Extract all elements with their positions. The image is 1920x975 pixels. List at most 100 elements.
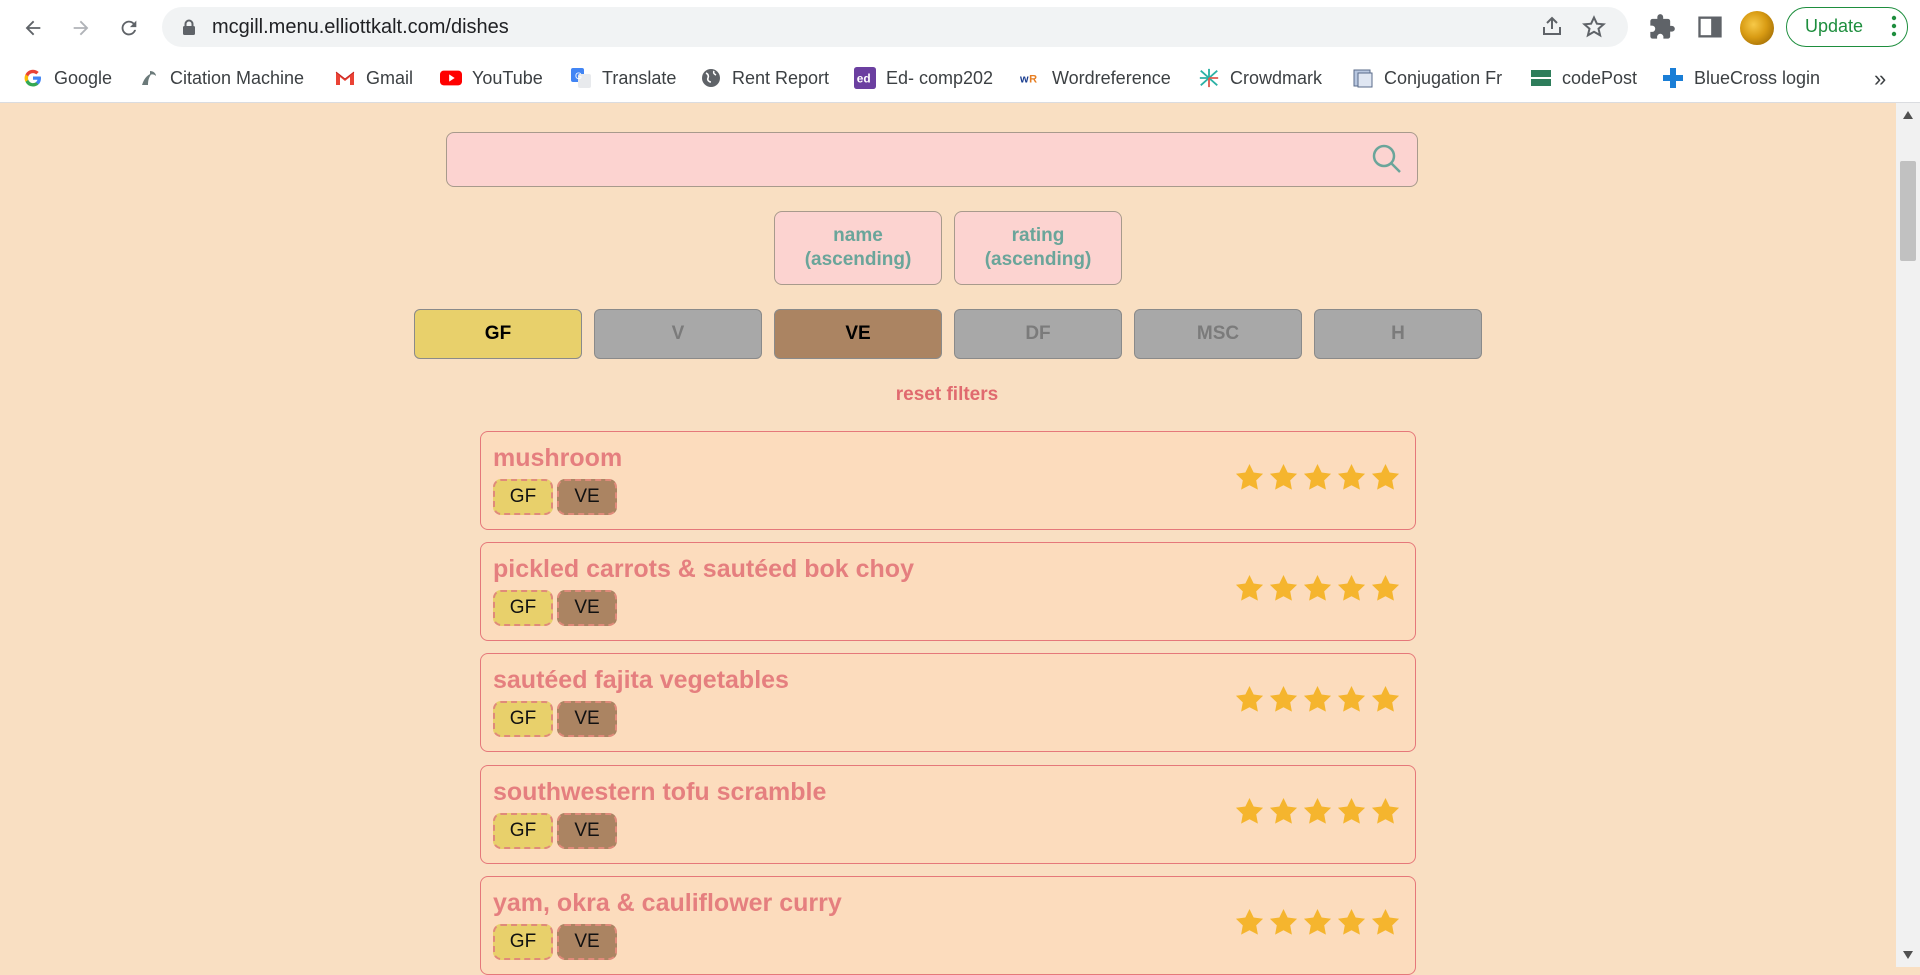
dish-name: pickled carrots & sautéed bok choy bbox=[493, 555, 914, 583]
bookmark-ed-comp202[interactable]: ed Ed- comp202 bbox=[854, 64, 993, 92]
star-icon[interactable] bbox=[1302, 796, 1333, 827]
star-icon[interactable] bbox=[1336, 796, 1367, 827]
bookmark-conjugation[interactable]: Conjugation Fr bbox=[1352, 64, 1502, 92]
sort-rating-button[interactable]: rating (ascending) bbox=[954, 211, 1122, 285]
back-button[interactable] bbox=[16, 11, 50, 45]
citation-machine-icon bbox=[138, 67, 160, 89]
bookmark-crowdmark[interactable]: Crowdmark bbox=[1198, 64, 1322, 92]
reset-filters-link[interactable]: reset filters bbox=[847, 384, 1047, 406]
scroll-down-arrow-icon[interactable] bbox=[1903, 951, 1913, 959]
more-vert-icon bbox=[1891, 15, 1897, 37]
search-input[interactable] bbox=[447, 133, 1365, 188]
bluecross-icon bbox=[1662, 67, 1684, 89]
star-rating[interactable] bbox=[1234, 907, 1401, 938]
scroll-up-arrow-icon[interactable] bbox=[1903, 111, 1913, 119]
star-rating[interactable] bbox=[1234, 462, 1401, 493]
svg-text:ed: ed bbox=[857, 72, 871, 86]
bookmark-bluecross[interactable]: BlueCross login bbox=[1662, 64, 1820, 92]
profile-avatar[interactable] bbox=[1740, 11, 1774, 45]
share-icon[interactable] bbox=[1540, 15, 1564, 39]
dish-card[interactable]: sautéed fajita vegetables GF VE bbox=[480, 653, 1416, 752]
star-icon[interactable] bbox=[1370, 796, 1401, 827]
star-icon[interactable] bbox=[1234, 684, 1265, 715]
star-rating[interactable] bbox=[1234, 573, 1401, 604]
bookmark-youtube[interactable]: YouTube bbox=[440, 64, 543, 92]
dish-card[interactable]: mushroom GF VE bbox=[480, 431, 1416, 530]
address-bar[interactable]: mcgill.menu.elliottkalt.com/dishes bbox=[162, 7, 1628, 47]
star-icon[interactable] bbox=[1268, 573, 1299, 604]
dish-card[interactable]: southwestern tofu scramble GF VE bbox=[480, 765, 1416, 864]
star-icon[interactable] bbox=[1302, 907, 1333, 938]
bookmark-label: Citation Machine bbox=[170, 67, 305, 88]
extensions-puzzle-icon[interactable] bbox=[1648, 13, 1676, 41]
forward-button[interactable] bbox=[64, 11, 98, 45]
star-icon[interactable] bbox=[1336, 684, 1367, 715]
youtube-icon bbox=[440, 67, 462, 89]
star-icon[interactable] bbox=[1302, 684, 1333, 715]
forward-arrow-icon bbox=[73, 20, 89, 36]
bookmark-gmail[interactable]: Gmail bbox=[334, 64, 413, 92]
sort-name-line2: (ascending) bbox=[804, 249, 912, 270]
star-icon[interactable] bbox=[1370, 462, 1401, 493]
star-icon[interactable] bbox=[1336, 462, 1367, 493]
filter-ve-button[interactable]: VE bbox=[774, 309, 942, 359]
filter-v-button[interactable]: V bbox=[594, 309, 762, 359]
reload-icon bbox=[121, 20, 137, 36]
wordreference-icon: wR bbox=[1020, 67, 1042, 89]
dish-tag-gf: GF bbox=[493, 479, 553, 515]
star-icon[interactable] bbox=[1370, 684, 1401, 715]
bookmark-citation-machine[interactable]: Citation Machine bbox=[138, 64, 304, 92]
bookmark-label: Translate bbox=[602, 67, 677, 88]
bookmarks-overflow-button[interactable]: » bbox=[1874, 66, 1886, 92]
bookmark-label: codePost bbox=[1562, 67, 1638, 88]
star-icon[interactable] bbox=[1336, 573, 1367, 604]
side-panel-icon[interactable] bbox=[1696, 13, 1724, 41]
translate-icon: G bbox=[570, 67, 592, 89]
dish-tag-ve: VE bbox=[557, 701, 617, 737]
reload-button[interactable] bbox=[112, 11, 146, 45]
filter-df-button[interactable]: DF bbox=[954, 309, 1122, 359]
star-icon[interactable] bbox=[1234, 462, 1265, 493]
filter-h-button[interactable]: H bbox=[1314, 309, 1482, 359]
bookmark-wordreference[interactable]: wR Wordreference bbox=[1020, 64, 1171, 92]
bookmark-rent-report[interactable]: Rent Report bbox=[700, 64, 829, 92]
star-icon[interactable] bbox=[1234, 573, 1265, 604]
filter-msc-button[interactable]: MSC bbox=[1134, 309, 1302, 359]
page-scrollbar[interactable] bbox=[1896, 103, 1920, 967]
dish-tag-gf: GF bbox=[493, 701, 553, 737]
svg-text:G: G bbox=[575, 71, 582, 81]
star-icon[interactable] bbox=[1234, 907, 1265, 938]
bookmark-star-icon[interactable] bbox=[1582, 15, 1606, 39]
dish-name: mushroom bbox=[493, 444, 623, 472]
browser-toolbar: mcgill.menu.elliottkalt.com/dishes Updat… bbox=[0, 0, 1920, 54]
bookmark-codepost[interactable]: codePost bbox=[1530, 64, 1637, 92]
dish-tag-ve: VE bbox=[557, 924, 617, 960]
star-rating[interactable] bbox=[1234, 796, 1401, 827]
star-icon[interactable] bbox=[1268, 907, 1299, 938]
star-icon[interactable] bbox=[1268, 684, 1299, 715]
star-icon[interactable] bbox=[1302, 462, 1333, 493]
dish-tags: GF VE bbox=[493, 813, 617, 849]
bookmark-translate[interactable]: G Translate bbox=[570, 64, 676, 92]
dish-card[interactable]: pickled carrots & sautéed bok choy GF VE bbox=[480, 542, 1416, 641]
star-icon[interactable] bbox=[1302, 573, 1333, 604]
filter-gf-button[interactable]: GF bbox=[414, 309, 582, 359]
sort-name-button[interactable]: name (ascending) bbox=[774, 211, 942, 285]
star-icon[interactable] bbox=[1370, 573, 1401, 604]
dish-card[interactable]: yam, okra & cauliflower curry GF VE bbox=[480, 876, 1416, 975]
search-icon[interactable] bbox=[1371, 143, 1403, 175]
svg-text:w: w bbox=[1020, 74, 1029, 86]
update-button[interactable]: Update bbox=[1786, 7, 1908, 47]
bookmark-label: YouTube bbox=[472, 67, 543, 88]
star-icon[interactable] bbox=[1336, 907, 1367, 938]
conjugation-icon bbox=[1352, 67, 1374, 89]
gmail-icon bbox=[334, 67, 356, 89]
star-rating[interactable] bbox=[1234, 684, 1401, 715]
star-icon[interactable] bbox=[1370, 907, 1401, 938]
bookmark-google[interactable]: Google bbox=[22, 64, 112, 92]
star-icon[interactable] bbox=[1268, 462, 1299, 493]
star-icon[interactable] bbox=[1268, 796, 1299, 827]
star-icon[interactable] bbox=[1234, 796, 1265, 827]
bookmark-label: Conjugation Fr bbox=[1384, 67, 1503, 88]
scrollbar-thumb[interactable] bbox=[1900, 161, 1916, 261]
